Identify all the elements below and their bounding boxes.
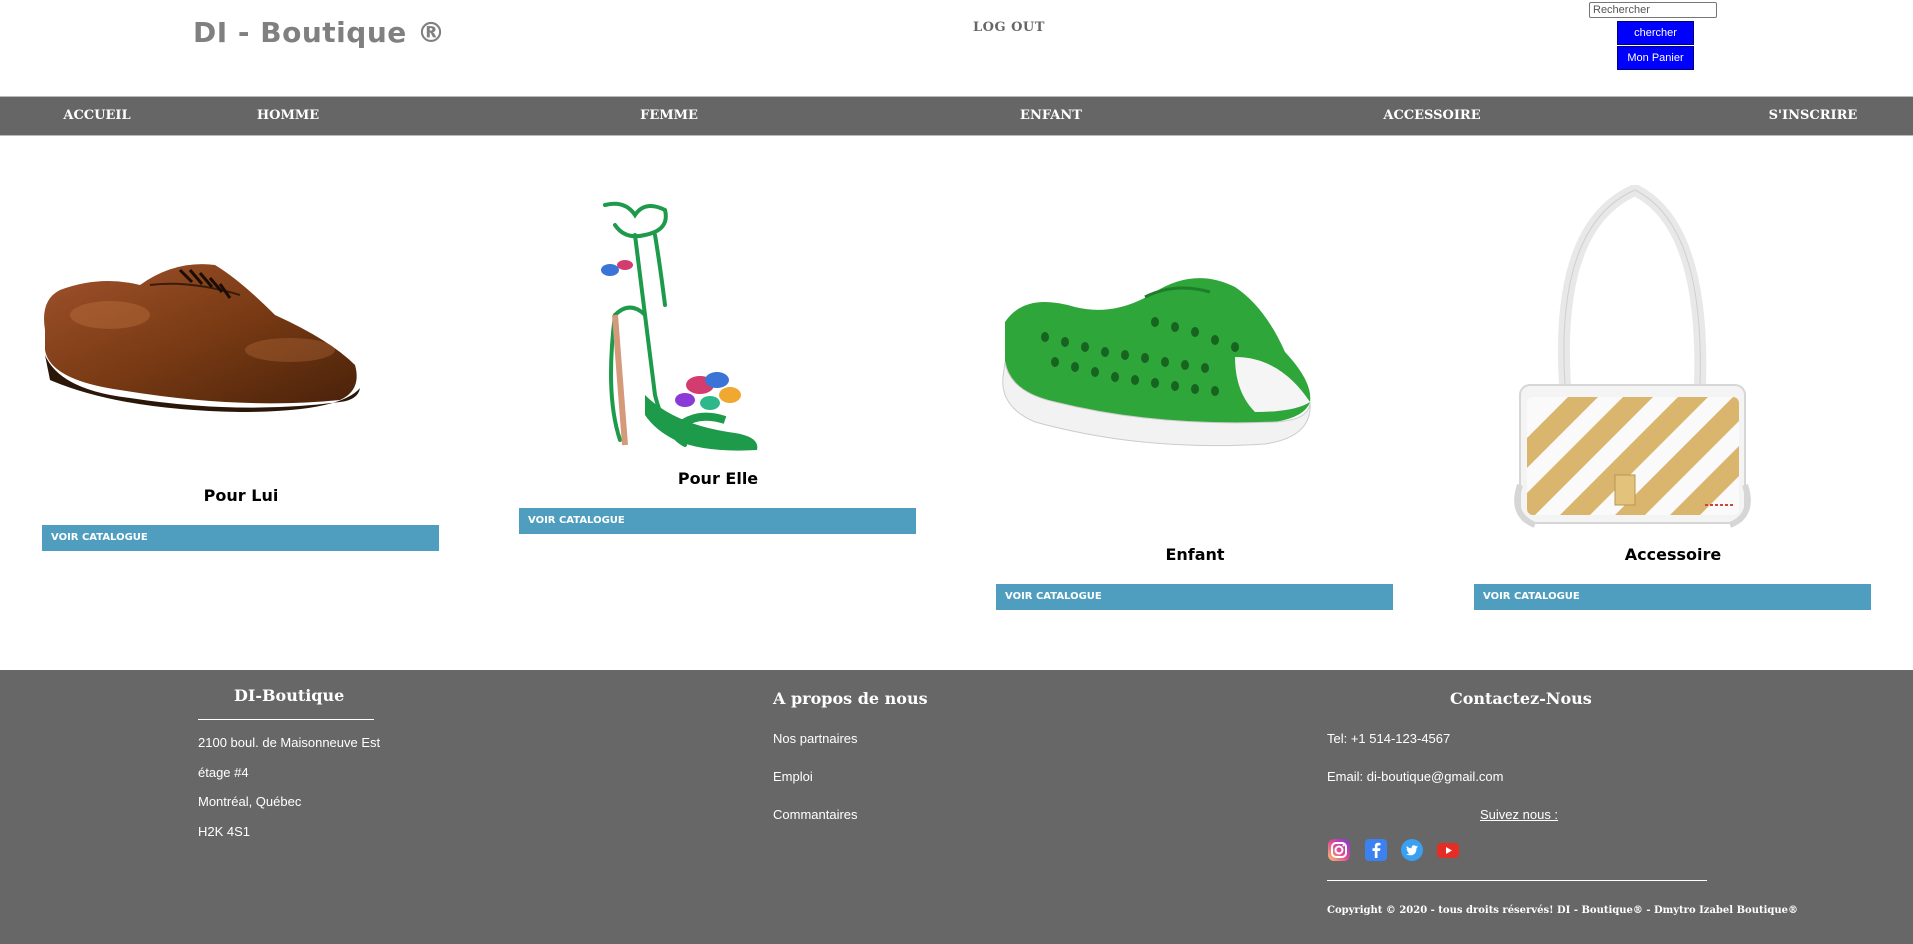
catalog-button-pour-elle[interactable]: VOIR CATALOGUE — [519, 508, 916, 534]
footer-brand-divider — [198, 719, 374, 720]
product-image-pour-lui[interactable] — [40, 240, 365, 420]
footer-link-partners[interactable]: Nos partnaires — [773, 731, 858, 746]
footer-follow-label[interactable]: Suivez nous : — [1480, 807, 1558, 822]
footer-link-jobs[interactable]: Emploi — [773, 769, 813, 784]
product-image-pour-elle[interactable] — [585, 195, 775, 455]
product-title-enfant: Enfant — [1165, 545, 1225, 564]
product-title-pour-elle: Pour Elle — [677, 469, 759, 488]
logout-link[interactable]: LOG OUT — [973, 20, 1045, 35]
catalog-button-enfant[interactable]: VOIR CATALOGUE — [996, 584, 1393, 610]
footer-brand-title: DI-Boutique — [234, 686, 345, 705]
footer-email[interactable]: Email: di-boutique@gmail.com — [1327, 769, 1504, 784]
facebook-icon[interactable] — [1364, 838, 1388, 862]
search-input[interactable] — [1589, 2, 1717, 18]
footer-link-comments[interactable]: Commantaires — [773, 807, 858, 822]
twitter-icon[interactable] — [1400, 838, 1424, 862]
copyright-text: Copyright © 2020 - tous droits réservés!… — [1327, 905, 1799, 916]
nav-item-accessoire[interactable]: ACCESSOIRE — [1383, 97, 1480, 135]
search-button[interactable]: chercher — [1617, 21, 1694, 45]
product-image-enfant[interactable] — [995, 262, 1315, 452]
site-logo-title[interactable]: DI - Boutique ® — [193, 16, 446, 49]
footer-address-line: 2100 boul. de Maisonneuve Est — [198, 735, 381, 750]
cart-button[interactable]: Mon Panier — [1617, 46, 1694, 70]
product-title-accessoire: Accessoire — [1624, 545, 1722, 564]
footer-address-line: Montréal, Québec — [198, 794, 302, 809]
footer-phone: Tel: +1 514-123-4567 — [1327, 731, 1451, 746]
footer-contact-title: Contactez-Nous — [1450, 689, 1592, 708]
nav-item-enfant[interactable]: ENFANT — [1020, 97, 1082, 135]
footer-about-title: A propos de nous — [773, 689, 928, 708]
catalog-button-accessoire[interactable]: VOIR CATALOGUE — [1474, 584, 1871, 610]
footer-address-line: étage #4 — [198, 765, 249, 780]
product-image-accessoire[interactable] — [1505, 185, 1760, 530]
catalog-button-pour-lui[interactable]: VOIR CATALOGUE — [42, 525, 439, 551]
nav-item-femme[interactable]: FEMME — [640, 97, 698, 135]
product-title-pour-lui: Pour Lui — [203, 486, 279, 505]
nav-item-accueil[interactable]: ACCUEIL — [63, 97, 130, 135]
footer-address-line: H2K 4S1 — [198, 824, 251, 839]
youtube-icon[interactable] — [1436, 838, 1460, 862]
nav-item-homme[interactable]: HOMME — [257, 97, 319, 135]
footer-contact-divider — [1327, 880, 1707, 881]
main-nav: ACCUEIL HOMME FEMME ENFANT ACCESSOIRE S'… — [0, 96, 1913, 136]
instagram-icon[interactable] — [1327, 838, 1351, 862]
nav-item-inscrire[interactable]: S'INSCRIRE — [1769, 97, 1858, 135]
